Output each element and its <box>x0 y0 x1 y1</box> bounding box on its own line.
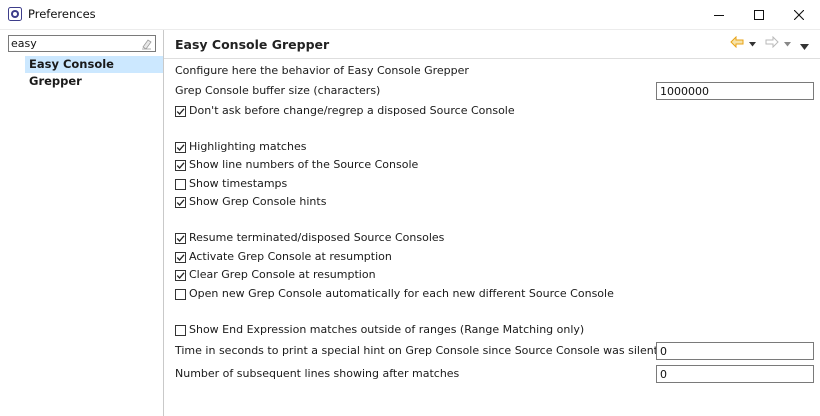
dropdown-icon[interactable] <box>749 37 756 50</box>
maximize-button[interactable] <box>739 0 779 29</box>
checkmark-icon <box>176 108 185 115</box>
window-title: Preferences <box>28 7 96 21</box>
subsequent-lines-label: Number of subsequent lines showing after… <box>175 367 460 380</box>
hint-time-label: Time in seconds to print a special hint … <box>175 344 725 357</box>
menu-icon[interactable] <box>800 40 809 53</box>
preference-page: Easy Console Grepper Configure here the … <box>164 30 820 416</box>
option-checkbox[interactable] <box>175 197 186 208</box>
option-checkbox[interactable] <box>175 252 186 263</box>
buffer-size-field <box>656 82 814 100</box>
forward-arrow-icon[interactable] <box>765 35 779 51</box>
title-bar: Preferences <box>0 0 820 30</box>
filter-box <box>8 35 156 52</box>
close-button[interactable] <box>779 0 819 29</box>
back-nav <box>730 35 756 51</box>
page-title: Easy Console Grepper <box>175 37 330 52</box>
option-label: Don't ask before change/regrep a dispose… <box>189 104 515 117</box>
forward-nav <box>765 35 791 51</box>
tree-item-label: Easy Console Grepper <box>29 57 114 88</box>
minimize-icon <box>714 10 724 20</box>
checkmark-icon <box>176 199 185 206</box>
option-checkbox[interactable] <box>175 160 186 171</box>
option-label: Activate Grep Console at resumption <box>189 250 392 263</box>
option-checkbox[interactable] <box>175 289 186 300</box>
option-checkbox[interactable] <box>175 233 186 244</box>
checkmark-icon <box>176 235 185 242</box>
option-checkbox[interactable] <box>175 106 186 117</box>
option-checkbox[interactable] <box>175 325 186 336</box>
page-header: Easy Console Grepper <box>164 30 820 59</box>
minimize-button[interactable] <box>699 0 739 29</box>
option-label: Show End Expression matches outside of r… <box>189 323 585 336</box>
preferences-window: Preferences easy Easy Console Grepper Ea… <box>0 0 820 416</box>
eraser-icon[interactable] <box>140 37 153 50</box>
option-checkbox[interactable] <box>175 270 186 281</box>
subsequent-lines-field <box>656 365 814 383</box>
subsequent-lines-input[interactable] <box>660 366 810 382</box>
option-label: Show timestamps <box>189 177 288 190</box>
buffer-size-label: Grep Console buffer size (characters) <box>175 84 381 97</box>
option-label: Clear Grep Console at resumption <box>189 268 376 281</box>
back-arrow-icon[interactable] <box>730 35 744 51</box>
tree-item-easy-console-grepper[interactable]: Easy Console Grepper <box>25 56 163 88</box>
close-icon <box>794 9 804 20</box>
checkmark-icon <box>176 272 185 279</box>
option-checkbox[interactable] <box>175 142 186 153</box>
buffer-size-input[interactable] <box>660 83 810 99</box>
checkmark-icon <box>176 254 185 261</box>
option-checkbox[interactable] <box>175 179 186 190</box>
dropdown-icon[interactable] <box>784 37 791 50</box>
view-menu[interactable] <box>800 40 809 53</box>
hint-time-input[interactable] <box>660 343 810 359</box>
maximize-icon <box>754 9 764 20</box>
checkmark-icon <box>176 144 185 151</box>
hint-time-field <box>656 342 814 360</box>
option-label: Show line numbers of the Source Console <box>189 158 419 171</box>
preferences-tree-pane: Easy Console Grepper <box>0 30 164 416</box>
option-label: Resume terminated/disposed Source Consol… <box>189 231 445 244</box>
checkmark-icon <box>176 162 185 169</box>
page-description: Configure here the behavior of Easy Cons… <box>175 64 469 77</box>
option-label: Open new Grep Console automatically for … <box>189 287 614 300</box>
app-icon <box>8 7 22 21</box>
filter-input[interactable] <box>11 36 137 51</box>
option-label: Show Grep Console hints <box>189 195 327 208</box>
option-label: Highlighting matches <box>189 140 307 153</box>
